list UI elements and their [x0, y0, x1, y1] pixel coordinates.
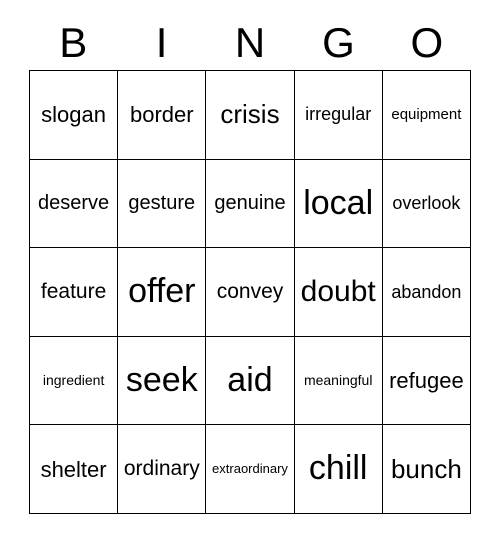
bingo-cell-word: equipment	[391, 105, 462, 123]
bingo-cell[interactable]: deserve	[30, 159, 119, 249]
bingo-cell-word: refugee	[389, 368, 464, 394]
bingo-cell-word: overlook	[392, 192, 461, 213]
bingo-cell-word: doubt	[300, 275, 376, 309]
bingo-cell[interactable]: overlook	[382, 159, 471, 249]
bingo-cell-word: chill	[308, 449, 368, 488]
bingo-cell-word: ingredient	[42, 372, 105, 389]
bingo-cell[interactable]: convey	[206, 248, 295, 337]
bingo-cell-word: crisis	[220, 99, 280, 130]
bingo-cell[interactable]: bunch	[382, 425, 471, 514]
bingo-cell[interactable]: refugee	[382, 336, 471, 426]
bingo-cell[interactable]: doubt	[294, 248, 383, 337]
bingo-cell[interactable]: local	[294, 159, 383, 249]
bingo-cell[interactable]: genuine	[206, 159, 295, 249]
bingo-header-letter-b: B	[59, 19, 88, 66]
bingo-cell-word: meaningful	[303, 372, 373, 389]
bingo-header-letter-o: O	[410, 19, 444, 66]
bingo-cell[interactable]: shelter	[30, 425, 119, 514]
bingo-cell[interactable]: offer	[118, 248, 207, 337]
bingo-cell-word: irregular	[305, 104, 372, 125]
bingo-header-letter-g: G	[322, 19, 355, 66]
bingo-cell-word: gesture	[128, 191, 196, 214]
bingo-cell[interactable]: equipment	[382, 71, 471, 160]
bingo-cell-word: extraordinary	[212, 461, 288, 477]
bingo-cell-word: slogan	[41, 102, 107, 128]
bingo-cell-word: local	[303, 183, 374, 222]
bingo-cell[interactable]: abandon	[382, 248, 471, 337]
bingo-cell[interactable]: aid	[206, 336, 295, 426]
bingo-cell-word: genuine	[214, 191, 286, 214]
bingo-cell-word: convey	[216, 279, 284, 303]
bingo-cell[interactable]: irregular	[294, 71, 383, 160]
bingo-cell-word: aid	[227, 360, 273, 399]
bingo-cell[interactable]: gesture	[118, 159, 207, 249]
bingo-grid: slogan border crisis irregular equipment…	[29, 70, 471, 514]
bingo-cell[interactable]: ordinary	[118, 425, 207, 514]
bingo-cell[interactable]: seek	[118, 336, 207, 426]
bingo-cell[interactable]: meaningful	[294, 336, 383, 426]
bingo-cell-word: border	[129, 102, 194, 128]
bingo-cell[interactable]: ingredient	[30, 336, 119, 426]
bingo-cell-word: offer	[128, 272, 196, 311]
bingo-cell-word: bunch	[390, 453, 462, 484]
bingo-cell[interactable]: extraordinary	[206, 425, 295, 514]
bingo-cell[interactable]: border	[118, 71, 207, 160]
bingo-cell[interactable]: chill	[294, 425, 383, 514]
bingo-cell-word: deserve	[38, 191, 110, 214]
bingo-cell[interactable]: feature	[30, 248, 119, 337]
bingo-cell[interactable]: crisis	[206, 71, 295, 160]
bingo-cell-word: shelter	[40, 456, 107, 482]
bingo-cell[interactable]: slogan	[30, 71, 119, 160]
bingo-header-row: B I N G O	[29, 16, 471, 70]
bingo-cell-word: abandon	[391, 281, 462, 302]
bingo-cell-word: feature	[40, 279, 107, 303]
bingo-header-letter-i: I	[155, 19, 168, 66]
bingo-cell-word: ordinary	[123, 457, 200, 481]
bingo-card: B I N G O slogan border crisis irregular…	[0, 0, 500, 544]
bingo-header-letter-n: N	[234, 19, 266, 66]
bingo-cell-word: seek	[125, 360, 198, 399]
